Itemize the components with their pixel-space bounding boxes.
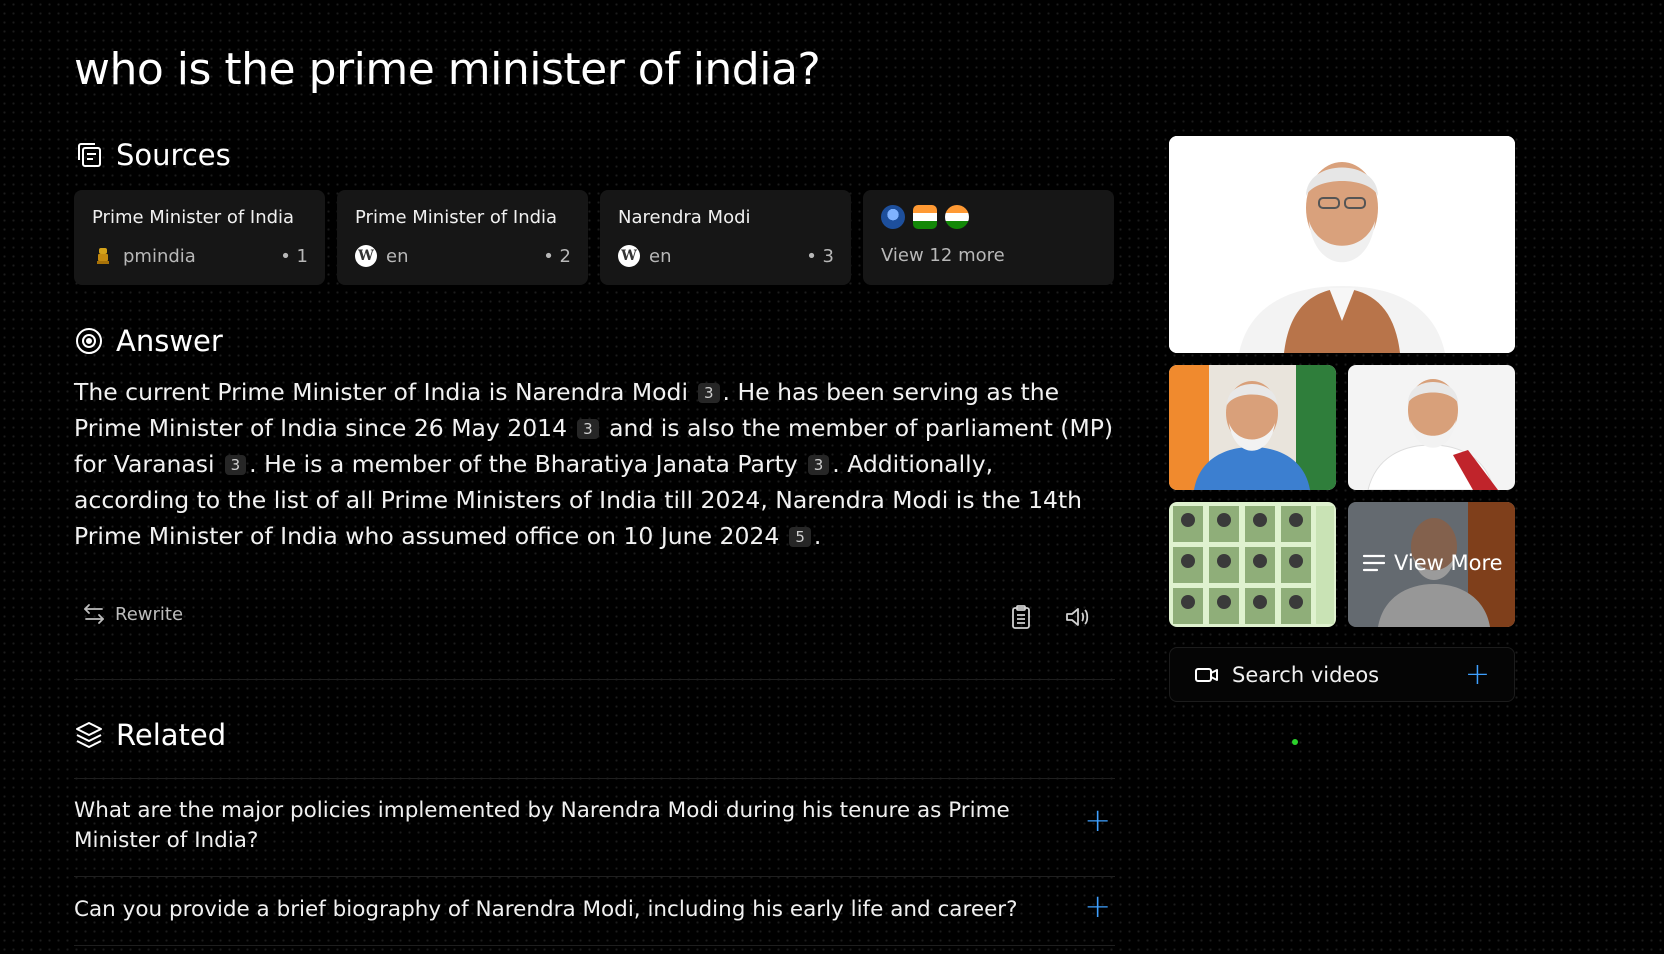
plus-icon: + (1084, 887, 1111, 925)
citation-badge[interactable]: 3 (224, 455, 247, 475)
sources-heading-label: Sources (116, 138, 231, 172)
india-flag-icon (945, 205, 969, 229)
related-question-text: Can you provide a brief biography of Nar… (74, 897, 1018, 922)
related-heading-label: Related (116, 718, 227, 752)
answer-segment: The current Prime Minister of India is N… (74, 378, 688, 406)
source-site: en (386, 245, 409, 267)
citation-badge[interactable]: 3 (577, 419, 599, 439)
source-card[interactable]: Narendra Modi W en • 3 (600, 190, 851, 285)
answer-heading-label: Answer (116, 324, 223, 358)
related-question[interactable]: What are the major policies implemented … (74, 778, 1115, 875)
citation-badge[interactable]: 3 (807, 455, 830, 475)
menu-lines-icon (1362, 554, 1386, 572)
source-card-title: Prime Minister of India (92, 207, 295, 228)
search-videos-label: Search videos (1232, 662, 1380, 687)
source-card-meta: W en • 2 (355, 245, 571, 267)
plus-icon: + (1464, 657, 1490, 692)
layers-icon (76, 722, 102, 748)
sources-icon (78, 143, 101, 167)
source-index: • 2 (543, 245, 571, 267)
divider (74, 679, 1115, 680)
more-source-icons (881, 205, 1097, 229)
wikipedia-icon: W (355, 245, 377, 267)
status-dot (1292, 739, 1298, 745)
india-flag-badge-icon (913, 205, 937, 229)
wikipedia-icon: W (618, 245, 640, 267)
video-camera-icon (1195, 667, 1218, 682)
view-more-sources-card[interactable]: View 12 more (863, 190, 1114, 285)
source-index: • 1 (280, 245, 308, 267)
answer-segment: . He is a member of the Bharatiya Janata… (249, 450, 798, 478)
source-cards: Prime Minister of India pmindia • 1 Prim… (74, 190, 1114, 285)
pmindia-emblem-icon (92, 245, 114, 267)
answer-segment: . (813, 522, 822, 550)
answer-heading: Answer (74, 324, 223, 358)
view-more-overlay: View More (1362, 551, 1503, 575)
view-more-sources-label: View 12 more (881, 245, 1005, 266)
citation-badge[interactable]: 3 (698, 383, 720, 403)
rewrite-label: Rewrite (115, 603, 184, 625)
search-videos-button[interactable]: Search videos + (1169, 647, 1515, 702)
plus-icon: + (1084, 801, 1111, 839)
portrait-thumbnail[interactable] (1169, 365, 1336, 490)
related-question[interactable]: Can you provide a brief biography of Nar… (74, 876, 1115, 946)
rewrite-button[interactable]: Rewrite (82, 602, 183, 626)
answer-text: The current Prime Minister of India is N… (74, 374, 1114, 554)
source-card-meta: pmindia • 1 (92, 245, 308, 267)
answer-actions: Rewrite (74, 602, 1115, 632)
citation-badge[interactable]: 5 (789, 527, 811, 547)
source-site: en (649, 245, 672, 267)
source-card-title: Narendra Modi (618, 207, 751, 228)
source-card-title: Prime Minister of India (355, 207, 558, 228)
prime-ministers-list-thumbnail[interactable] (1169, 502, 1336, 627)
clipboard-icon[interactable] (1007, 603, 1035, 631)
related-question-text: What are the major policies implemented … (74, 798, 1010, 853)
answer-icon (76, 328, 102, 354)
sources-heading: Sources (74, 138, 231, 172)
swap-arrows-icon (84, 604, 104, 624)
portrait-thumbnail[interactable] (1348, 365, 1515, 490)
globe-emblem-icon (881, 205, 905, 229)
source-card[interactable]: Prime Minister of India W en • 2 (337, 190, 588, 285)
source-site: pmindia (123, 245, 196, 267)
source-card[interactable]: Prime Minister of India pmindia • 1 (74, 190, 325, 285)
view-more-images-button[interactable]: View More (1348, 502, 1515, 627)
speaker-icon[interactable] (1063, 603, 1091, 631)
view-more-label: View More (1394, 551, 1503, 575)
source-card-meta: W en • 3 (618, 245, 834, 267)
related-heading: Related (74, 718, 226, 752)
page-title: who is the prime minister of india? (74, 44, 821, 95)
source-index: • 3 (806, 245, 834, 267)
main-portrait-image[interactable] (1169, 136, 1515, 353)
